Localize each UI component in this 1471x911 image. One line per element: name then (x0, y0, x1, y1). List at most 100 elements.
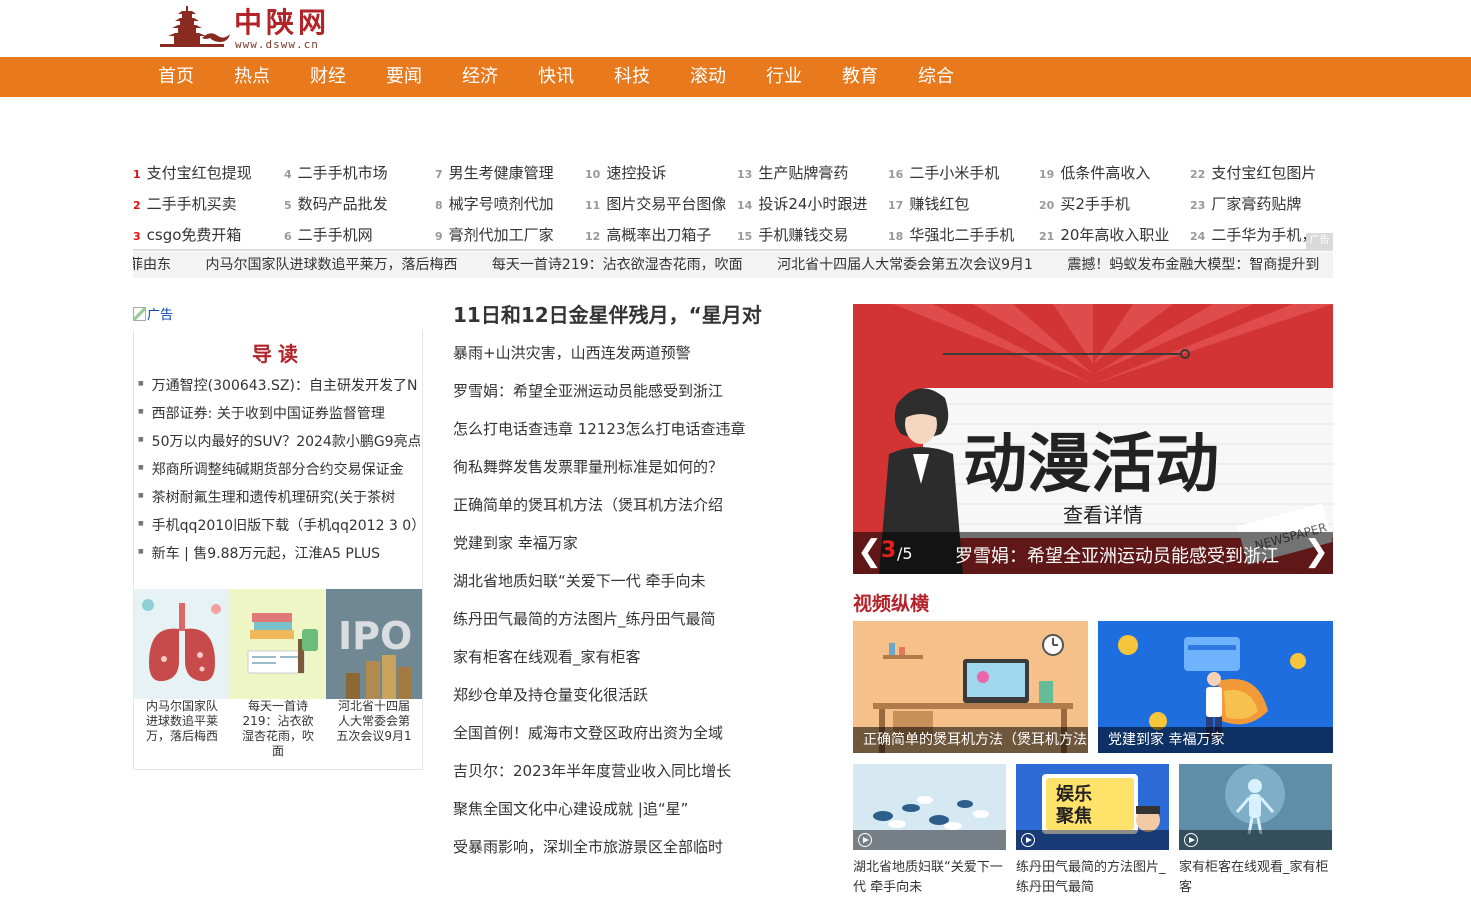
list-item[interactable]: 西部证券: 关于收到中国证券监督管理 (138, 400, 420, 428)
keyword-label: 厂家膏药贴牌 (1211, 195, 1302, 213)
ticker-item[interactable]: 每天一首诗219：沾衣欲湿杏花雨，吹面 (492, 252, 743, 278)
nav-item-news[interactable]: 要闻 (386, 57, 462, 97)
news-item[interactable]: 聚焦全国文化中心建设成就 |追“星” (453, 797, 783, 835)
nav-item-hot[interactable]: 热点 (234, 57, 310, 97)
slider-caption-bar: ❮ 3 /5 罗雪娟：希望全亚洲运动员能感受到浙江 ❯ (853, 532, 1333, 574)
video-card-small[interactable]: 湖北省地质妇联“关爱下一代 牵手向未 (853, 764, 1006, 898)
list-item[interactable]: 郑商所调整纯碱期货部分合约交易保证金 (138, 456, 420, 484)
news-item[interactable]: 练丹田气最简的方法图片_练丹田气最简 (453, 607, 783, 645)
rank-number: 4 (284, 168, 292, 181)
nav-item-economy[interactable]: 经济 (462, 57, 538, 97)
play-icon[interactable] (858, 833, 872, 847)
news-item[interactable]: 家有柜客在线观看_家有柜客 (453, 645, 783, 683)
list-item[interactable]: 茶树耐氟生理和遗传机理研究(关于茶树 (138, 484, 420, 512)
rank-number: 3 (133, 230, 141, 243)
keyword-link[interactable]: 19 低条件高收入 (1039, 160, 1169, 191)
rank-number: 22 (1190, 168, 1206, 181)
video-card-large[interactable]: 党建到家 幸福万家 (1098, 621, 1333, 753)
list-item[interactable]: 万通智控(300643.SZ)：自主研发开发了N (138, 372, 420, 400)
nav-item-flash[interactable]: 快讯 (538, 57, 614, 97)
nav-item-scroll[interactable]: 滚动 (690, 57, 766, 97)
list-item[interactable]: 手机qq2010旧版下载（手机qq2012 3 0） (138, 512, 420, 540)
keyword-link[interactable]: 16 二手小米手机 (888, 160, 1014, 191)
video-card-small[interactable]: 家有柜客在线观看_家有柜客 (1179, 764, 1332, 898)
keyword-link[interactable]: 20 买2手手机 (1039, 191, 1169, 222)
keyword-link[interactable]: 7 男生考健康管理 (435, 160, 554, 191)
keyword-link[interactable]: 1 支付宝红包提现 (133, 160, 252, 191)
site-logo[interactable]: 中陕网 www.dsww.cn (158, 4, 333, 52)
slider-next-button[interactable]: ❯ (1304, 536, 1329, 568)
rank-number: 5 (284, 199, 292, 212)
video-card-small[interactable]: 娱乐 聚焦 练丹田气最简的方法图片_练丹田气最简 (1016, 764, 1169, 898)
keyword-label: 高概率出刀箱子 (606, 226, 712, 244)
rank-number: 7 (435, 168, 443, 181)
list-item[interactable]: 50万以内最好的SUV？2024款小鹏G9亮点 (138, 428, 420, 456)
daodu-title: 导读 (252, 342, 304, 366)
badge-line-1: 娱乐 (1056, 783, 1092, 805)
list-item[interactable]: 新车 | 售9.88万元起，江淮A5 PLUS (138, 540, 420, 568)
video-caption: 家有柜客在线观看_家有柜客 (1179, 860, 1329, 895)
news-item[interactable]: 徇私舞弊发售发票罪量刑标准是如何的？ (453, 455, 783, 493)
nav-item-tech[interactable]: 科技 (614, 57, 690, 97)
news-item[interactable]: 受暴雨影响，深圳全市旅游景区全部临时 (453, 835, 783, 873)
keyword-label: 膏剂代加工厂家 (448, 226, 554, 244)
thumb-card[interactable]: 每天一首诗219：沾衣欲湿杏花雨，吹面 (230, 589, 326, 769)
keyword-link[interactable]: 2 二手手机买卖 (133, 191, 252, 222)
rank-number: 16 (888, 168, 904, 181)
video-card-large[interactable]: 正确简单的煲耳机方法（煲耳机方法 (853, 621, 1088, 753)
play-icon[interactable] (1184, 833, 1198, 847)
news-item[interactable]: 湖北省地质妇联“关爱下一代 牵手向未 (453, 569, 783, 607)
rank-number: 20 (1039, 199, 1055, 212)
daodu-list: 万通智控(300643.SZ)：自主研发开发了N 西部证券: 关于收到中国证券监… (138, 372, 420, 568)
nav-item-finance[interactable]: 财经 (310, 57, 386, 97)
ticker-item[interactable]: 河北省十四届人大常委会第五次会议9月1 (777, 252, 1033, 278)
ticker-item[interactable]: 菲由东 (133, 252, 171, 278)
news-item[interactable]: 罗雪娟：希望全亚洲运动员能感受到浙江 (453, 379, 783, 417)
keyword-link[interactable]: 13 生产贴牌膏药 (737, 160, 867, 191)
news-item[interactable]: 正确简单的煲耳机方法（煲耳机方法介绍 (453, 493, 783, 531)
news-item[interactable]: 党建到家 幸福万家 (453, 531, 783, 569)
nav-item-industry[interactable]: 行业 (766, 57, 842, 97)
video-caption: 练丹田气最简的方法图片_练丹田气最简 (1016, 860, 1166, 895)
keyword-link[interactable]: 5 数码产品批发 (284, 191, 388, 222)
keyword-link[interactable]: 10 速控投诉 (585, 160, 726, 191)
keyword-link[interactable]: 4 二手手机市场 (284, 160, 388, 191)
ticker-item[interactable]: 内马尔国家队进球数追平莱万，落后梅西 (205, 252, 457, 278)
play-icon[interactable] (1021, 833, 1035, 847)
news-list: 暴雨+山洪灾害，山西连发两道预警 罗雪娟：希望全亚洲运动员能感受到浙江 怎么打电… (453, 341, 783, 873)
pagoda-logo-icon (160, 6, 230, 47)
slider-caption[interactable]: 罗雪娟：希望全亚洲运动员能感受到浙江 (955, 542, 1279, 568)
news-item[interactable]: 全国首例！威海市文登区政府出资为全域 (453, 721, 783, 759)
rank-number: 13 (737, 168, 753, 181)
keyword-link[interactable]: 14 投诉24小时跟进 (737, 191, 867, 222)
keyword-link[interactable]: 17 赚钱红包 (888, 191, 1014, 222)
slider-prev-button[interactable]: ❮ (857, 536, 882, 568)
news-item[interactable]: 暴雨+山洪灾害，山西连发两道预警 (453, 341, 783, 379)
keyword-link[interactable]: 8 械字号喷剂代加 (435, 191, 554, 222)
entertainment-thumb-image: 娱乐 聚焦 (1016, 764, 1169, 850)
keyword-link[interactable]: 23 厂家膏药贴牌 (1190, 191, 1316, 222)
left-ad-image[interactable]: 广告 (133, 304, 173, 323)
keyword-label: 支付宝红包图片 (1211, 164, 1317, 182)
keyword-label: 低条件高收入 (1060, 164, 1151, 182)
image-slider[interactable]: 动漫活动 查看详情 NEWSPAPER ❮ 3 /5 罗雪娟：希望全亚洲运动员能… (853, 304, 1333, 574)
keyword-link[interactable]: 22 支付宝红包图片 (1190, 160, 1316, 191)
nav-item-general[interactable]: 综合 (918, 57, 994, 97)
headline[interactable]: 11日和12日金星伴残月，“星月对 (453, 301, 783, 341)
slider-index: 3 (881, 538, 897, 563)
thumb-card[interactable]: 内马尔国家队进球数追平莱万，落后梅西 (134, 589, 230, 769)
rank-number: 23 (1190, 199, 1206, 212)
nav-item-education[interactable]: 教育 (842, 57, 918, 97)
video-caption: 党建到家 幸福万家 (1098, 727, 1333, 753)
keyword-link[interactable]: 11 图片交易平台图像 (585, 191, 726, 222)
news-item[interactable]: 吉贝尔：2023年半年度营业收入同比增长 (453, 759, 783, 797)
banner-title: 动漫活动 (963, 428, 1219, 502)
thumb-caption: 河北省十四届人大常委会第五次会议9月1 (336, 699, 412, 743)
thumb-card[interactable]: IPO 河北省十四届人大常委会第五次会议9月1 (326, 589, 422, 769)
news-item[interactable]: 怎么打电话查违章 12123怎么打电话查违章 (453, 417, 783, 455)
nav-item-home[interactable]: 首页 (158, 57, 234, 97)
rank-number: 19 (1039, 168, 1055, 181)
news-item[interactable]: 郑纱仓单及持仓量变化很活跃 (453, 683, 783, 721)
ticker-item[interactable]: 震撼！蚂蚁发布金融大模型：智商提升到 (1067, 252, 1319, 278)
rank-number: 15 (737, 230, 753, 243)
